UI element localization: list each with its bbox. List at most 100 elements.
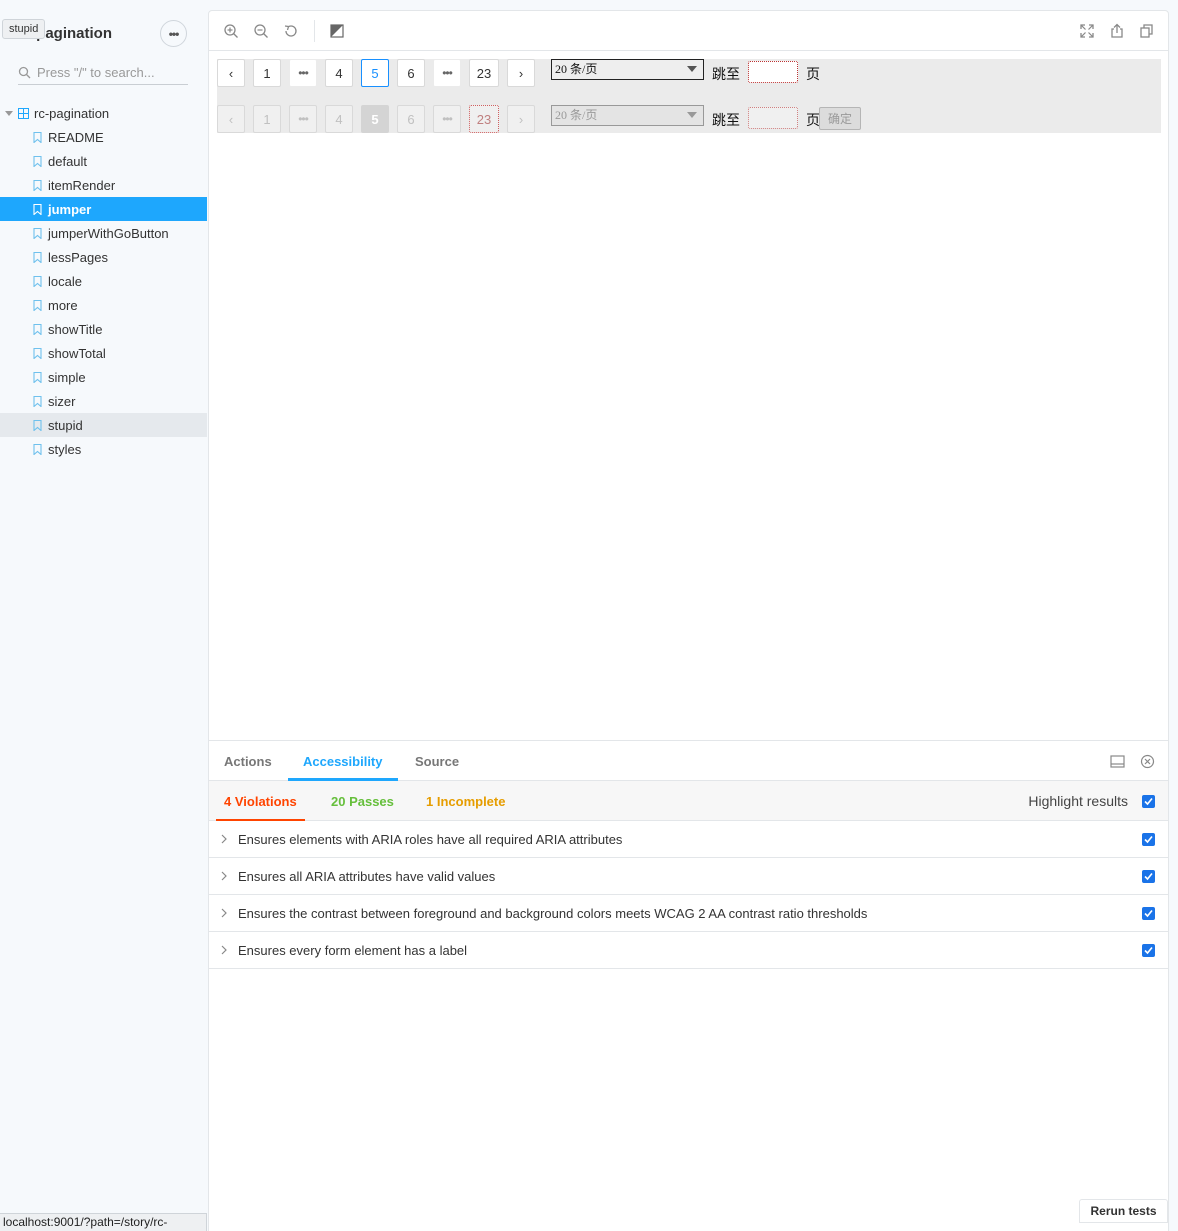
background-button[interactable]: [328, 22, 346, 40]
check-icon: [1144, 872, 1153, 881]
jump-next-button: •••: [433, 105, 461, 133]
goto-label: 跳至: [712, 68, 740, 83]
sidebar-item-styles[interactable]: styles: [0, 437, 207, 461]
sidebar-item-label: sizer: [48, 393, 76, 409]
violation-rule-row[interactable]: Ensures every form element has a label: [209, 932, 1168, 969]
violation-rule-row[interactable]: Ensures all ARIA attributes have valid v…: [209, 858, 1168, 895]
bookmark-icon: [33, 251, 42, 263]
zoom-in-button[interactable]: [222, 22, 240, 40]
toolbar-separator: [314, 20, 315, 42]
highlight-results-checkbox[interactable]: [1142, 795, 1155, 808]
fullscreen-button[interactable]: [1078, 22, 1096, 40]
more-icon: •••: [168, 26, 180, 41]
sidebar-menu-button[interactable]: •••: [160, 20, 187, 47]
close-panel-button[interactable]: [1139, 753, 1155, 769]
check-icon: [1144, 797, 1153, 806]
sidebar-item-label: locale: [48, 273, 82, 289]
rule-description: Ensures all ARIA attributes have valid v…: [238, 869, 496, 884]
tab-incomplete[interactable]: 1 Incomplete: [426, 794, 505, 809]
share-button[interactable]: [1108, 22, 1126, 40]
sidebar-item-label: jumperWithGoButton: [48, 225, 169, 241]
violation-rule-row[interactable]: Ensures elements with ARIA roles have al…: [209, 821, 1168, 858]
chevron-down-icon: [687, 112, 697, 118]
tab-source[interactable]: Source: [400, 741, 474, 781]
page-item: 4: [325, 105, 353, 133]
goto-page-input[interactable]: [748, 61, 798, 83]
sidebar-item-readme[interactable]: README: [0, 125, 207, 149]
zoom-out-icon: [254, 24, 268, 38]
sidebar-item-label: simple: [48, 369, 86, 385]
sidebar-item-lesspages[interactable]: lessPages: [0, 245, 207, 269]
page-item[interactable]: 1: [253, 59, 281, 87]
sidebar-item-jumper[interactable]: jumper: [0, 197, 207, 221]
sidebar: rc-pagination ••• stupid rc-pagination R…: [0, 0, 207, 1231]
caret-down-icon: [5, 111, 13, 116]
zoom-reset-button[interactable]: [282, 22, 300, 40]
page-size-select: 20 条/页: [551, 105, 704, 126]
rule-highlight-checkbox[interactable]: [1142, 944, 1155, 957]
sidebar-item-showtitle[interactable]: showTitle: [0, 317, 207, 341]
page-item-active: 5: [361, 105, 389, 133]
sidebar-item-label: stupid: [48, 417, 83, 433]
goto-label: 跳至: [712, 114, 740, 129]
tab-accessibility[interactable]: Accessibility: [288, 741, 398, 781]
sidebar-item-default[interactable]: default: [0, 149, 207, 173]
sidebar-item-more[interactable]: more: [0, 293, 207, 317]
bookmark-icon: [33, 347, 42, 359]
sidebar-item-label: itemRender: [48, 177, 116, 193]
check-icon: [1144, 909, 1153, 918]
reset-icon: [284, 25, 297, 37]
zoom-out-button[interactable]: [252, 22, 270, 40]
component-icon: [18, 107, 29, 119]
jump-next-button[interactable]: •••: [433, 59, 461, 87]
sidebar-item-label: lessPages: [48, 249, 108, 265]
bookmark-icon: [33, 131, 42, 143]
rule-list: Ensures elements with ARIA roles have al…: [209, 821, 1168, 969]
sidebar-item-sizer[interactable]: sizer: [0, 389, 207, 413]
bookmark-icon: [33, 443, 42, 455]
page-item[interactable]: 4: [325, 59, 353, 87]
page-size-value: 20 条/页: [555, 108, 598, 122]
jump-prev-button: •••: [289, 105, 317, 133]
sidebar-item-itemrender[interactable]: itemRender: [0, 173, 207, 197]
page-item[interactable]: 6: [397, 59, 425, 87]
rule-highlight-checkbox[interactable]: [1142, 907, 1155, 920]
bookmark-icon: [33, 395, 42, 407]
page-item[interactable]: 23: [469, 59, 499, 87]
next-page-button[interactable]: ›: [507, 59, 535, 87]
close-icon: [1140, 754, 1154, 768]
tab-actions[interactable]: Actions: [209, 741, 287, 781]
sidebar-item-label: jumper: [48, 201, 92, 217]
tab-passes[interactable]: 20 Passes: [331, 794, 394, 809]
rerun-tests-button[interactable]: Rerun tests: [1079, 1199, 1168, 1223]
bookmark-icon: [33, 179, 42, 191]
jump-prev-button[interactable]: •••: [289, 59, 317, 87]
rule-highlight-checkbox[interactable]: [1142, 870, 1155, 883]
tree-root-rc-pagination[interactable]: rc-pagination: [0, 101, 207, 125]
panel-bottom-icon: [1109, 754, 1125, 768]
sidebar-item-stupid[interactable]: stupid: [0, 413, 207, 437]
sidebar-item-showtotal[interactable]: showTotal: [0, 341, 207, 365]
page-item-active[interactable]: 5: [361, 59, 389, 87]
chevron-right-icon: [221, 945, 227, 955]
prev-page-button[interactable]: ‹: [217, 59, 245, 87]
copy-icon: [1140, 24, 1153, 38]
bookmark-icon: [33, 203, 42, 215]
a11y-summary: 4 Violations 20 Passes 1 Incomplete High…: [209, 781, 1168, 821]
page-size-select[interactable]: 20 条/页: [551, 59, 704, 80]
violation-rule-row[interactable]: Ensures the contrast between foreground …: [209, 895, 1168, 932]
bookmark-icon: [33, 299, 42, 311]
prev-page-button: ‹: [217, 105, 245, 133]
tab-violations[interactable]: 4 Violations: [216, 794, 305, 821]
copy-link-button[interactable]: [1138, 22, 1156, 40]
story-tree: rc-pagination README default itemRender jum…: [0, 101, 207, 461]
panel-orientation-button[interactable]: [1109, 753, 1125, 769]
rule-highlight-checkbox[interactable]: [1142, 833, 1155, 846]
rule-description: Ensures elements with ARIA roles have al…: [238, 832, 623, 847]
rule-description: Ensures every form element has a label: [238, 943, 468, 958]
sidebar-item-jumperwithgobutton[interactable]: jumperWithGoButton: [0, 221, 207, 245]
rule-description: Ensures the contrast between foreground …: [238, 906, 868, 921]
sidebar-item-locale[interactable]: locale: [0, 269, 207, 293]
search-input[interactable]: [37, 64, 185, 80]
sidebar-item-simple[interactable]: simple: [0, 365, 207, 389]
